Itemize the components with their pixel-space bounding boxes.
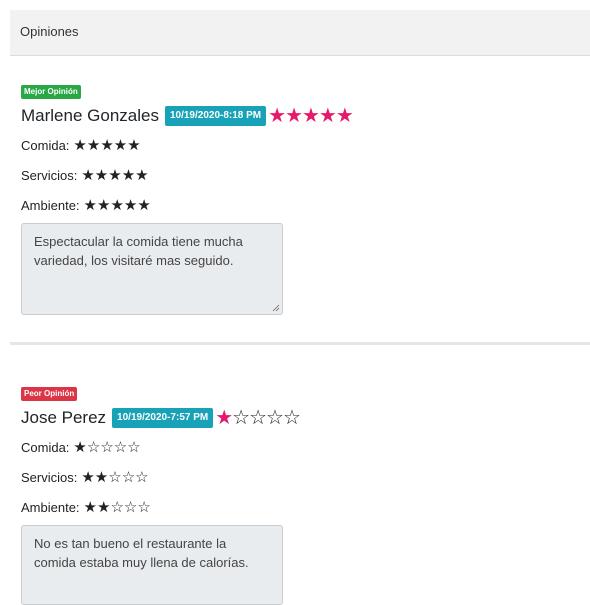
reviewer-name: Jose Perez: [21, 408, 107, 427]
filled-star-icon: ★: [215, 407, 233, 429]
review-comment-textarea[interactable]: Espectacular la comida tiene mucha varie…: [21, 223, 283, 315]
review-date-badge: 10/19/2020-8:18 PM: [164, 106, 267, 126]
overall-rating-stars: ★★★★★: [268, 105, 354, 127]
review-header: Jose Perez 10/19/2020-7:57 PM ★☆☆☆☆: [21, 406, 581, 430]
panel-title: Opiniones: [20, 24, 79, 39]
worst-review-badge: Peor Opinión: [21, 387, 78, 401]
rating-row-servicios: Servicios: ★★☆☆☆: [21, 462, 581, 492]
rating-row-servicios: Servicios: ★★★★★: [21, 160, 581, 190]
review-comment-text: No es tan bueno el restaurante la comida…: [34, 536, 249, 570]
rating-stars: ★★☆☆☆: [81, 469, 149, 486]
rating-row-comida: Comida: ★☆☆☆☆: [21, 432, 581, 462]
reviews-panel-header: Opiniones: [10, 10, 590, 56]
reviewer-name: Marlene Gonzales: [21, 106, 159, 125]
best-review-badge: Mejor Opinión: [21, 85, 81, 99]
rating-row-ambiente: Ambiente: ★★★★★: [21, 190, 581, 220]
rating-label: Servicios:: [21, 167, 78, 183]
rating-label: Comida:: [21, 439, 70, 455]
rating-stars: ★★☆☆☆: [83, 499, 151, 516]
rating-row-comida: Comida: ★★★★★: [21, 130, 581, 160]
overall-rating-stars: ★☆☆☆☆: [215, 407, 301, 429]
review-card: Peor Opinión Jose Perez 10/19/2020-7:57 …: [21, 383, 581, 605]
rating-label: Servicios:: [21, 469, 78, 485]
rating-label: Ambiente:: [21, 499, 80, 515]
review-date-badge: 10/19/2020-7:57 PM: [112, 408, 214, 428]
rating-stars: ★★★★★: [83, 197, 151, 214]
rating-stars: ★★★★★: [81, 167, 149, 184]
review-comment-text: Espectacular la comida tiene mucha varie…: [34, 234, 243, 268]
review-card: Mejor Opinión Marlene Gonzales 10/19/202…: [21, 81, 581, 315]
review-comment-textarea[interactable]: No es tan bueno el restaurante la comida…: [21, 525, 283, 605]
rating-label: Comida:: [21, 137, 70, 153]
rating-row-ambiente: Ambiente: ★★☆☆☆: [21, 492, 581, 522]
review-divider: [10, 342, 590, 345]
resize-handle-icon[interactable]: [272, 304, 280, 312]
rating-stars: ★☆☆☆☆: [73, 439, 141, 456]
review-header: Marlene Gonzales 10/19/2020-8:18 PM ★★★★…: [21, 104, 581, 128]
rating-label: Ambiente:: [21, 197, 80, 213]
rating-stars: ★★★★★: [73, 137, 141, 154]
empty-star-icon: ☆☆☆☆: [232, 407, 301, 429]
